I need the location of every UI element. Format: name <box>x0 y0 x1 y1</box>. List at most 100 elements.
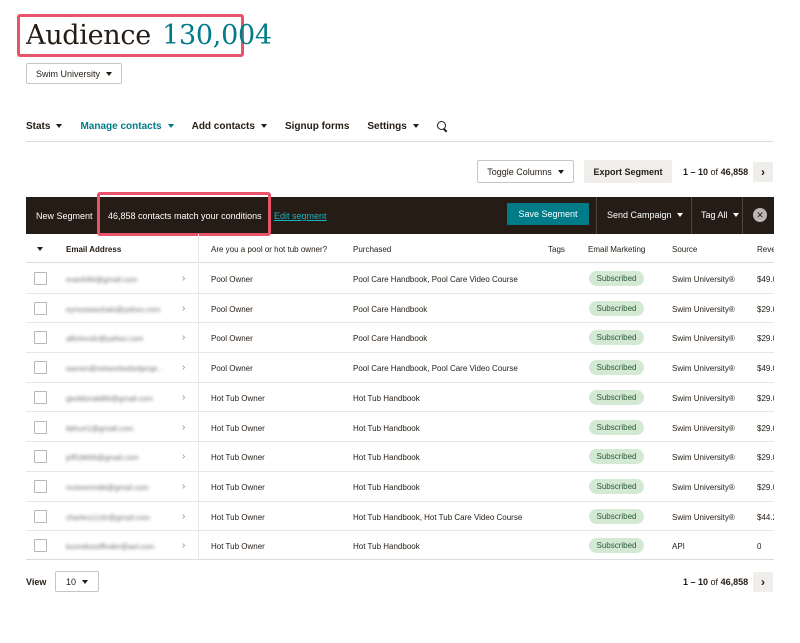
export-segment-button[interactable]: Export Segment <box>584 160 672 183</box>
header-email[interactable]: Email Address <box>66 245 121 254</box>
row-revenue: $29.0 <box>757 423 774 433</box>
row-checkbox[interactable] <box>34 272 47 285</box>
chevron-down-icon <box>167 124 174 128</box>
pager-of: of <box>710 577 719 587</box>
row-owner: Pool Owner <box>211 275 253 284</box>
row-email[interactable]: geoldonald85@gmail.com <box>66 394 153 403</box>
row-email[interactable]: charles1116r@gmail.com <box>66 513 150 522</box>
rows-per-page-select[interactable]: 10 <box>55 571 99 592</box>
row-checkbox[interactable] <box>34 450 47 464</box>
column-divider <box>198 264 199 293</box>
row-email[interactable]: jeff18606@gmail.com <box>66 453 139 462</box>
chevron-down-icon <box>557 169 564 174</box>
table-row[interactable]: eyrosewashalo@yahoo.com › Pool Owner Poo… <box>26 293 774 324</box>
row-checkbox[interactable] <box>34 539 47 553</box>
row-checkbox[interactable] <box>34 420 47 434</box>
search-button[interactable] <box>436 117 448 135</box>
page-title-word: Audience <box>26 20 151 51</box>
row-owner: Hot Tub Owner <box>211 393 265 403</box>
chevron-down-icon <box>260 124 267 128</box>
row-email[interactable]: mckeonm86@gmail.com <box>66 483 149 492</box>
next-page-button[interactable]: › <box>753 572 773 592</box>
row-revenue: $29.0 <box>757 393 774 403</box>
row-email[interactable]: eyrosewashalo@yahoo.com <box>66 305 160 314</box>
save-segment-button[interactable]: Save Segment <box>507 203 589 225</box>
chevron-right-icon[interactable]: › <box>182 273 185 284</box>
header-owner[interactable]: Are you a pool or hot tub owner? <box>211 245 327 254</box>
table-row[interactable]: geoldonald85@gmail.com › Hot Tub Owner H… <box>26 382 774 413</box>
chevron-right-icon[interactable]: › <box>182 422 185 433</box>
row-checkbox[interactable] <box>34 301 47 315</box>
pager-total: 46,858 <box>720 167 749 177</box>
divider <box>691 197 692 234</box>
chevron-right-icon[interactable]: › <box>182 392 185 403</box>
chevron-down-icon <box>732 213 739 217</box>
nav-settings[interactable]: Settings <box>367 117 419 135</box>
table-row[interactable]: allinlncoln@yahoo.com › Pool Owner Pool … <box>26 323 774 354</box>
row-purchased: Hot Tub Handbook <box>353 453 420 463</box>
row-revenue: $29.0 <box>757 482 774 492</box>
status-badge: Subscribed <box>589 478 644 494</box>
pager-total: 46,858 <box>720 577 749 587</box>
column-divider <box>198 293 199 323</box>
header-revenue[interactable]: Reve <box>757 245 774 254</box>
close-icon[interactable]: ✕ <box>753 208 767 222</box>
row-email[interactable]: allinlncoln@yahoo.com <box>66 334 143 343</box>
row-email[interactable]: bcondissoffinder@aol.com <box>66 542 154 551</box>
header-tags[interactable]: Tags <box>548 245 565 254</box>
chevron-right-icon[interactable]: › <box>182 303 185 314</box>
header-purchased[interactable]: Purchased <box>353 245 391 254</box>
status-badge: Subscribed <box>589 271 644 286</box>
chevron-down-icon <box>676 213 683 217</box>
divider <box>742 197 743 234</box>
chevron-right-icon[interactable]: › <box>182 511 185 522</box>
table-row[interactable]: warren@networkedsolproje... › Pool Owner… <box>26 353 774 383</box>
export-segment-label: Export Segment <box>593 166 663 177</box>
row-source: API <box>672 542 685 552</box>
row-email[interactable]: bbhurt1@gmail.com <box>66 424 133 433</box>
nav-signup-forms[interactable]: Signup forms <box>285 117 349 135</box>
page-title: Audience 130,004 <box>26 20 272 51</box>
chevron-right-icon[interactable]: › <box>182 362 185 373</box>
table-row[interactable]: mckeonm86@gmail.com › Hot Tub Owner Hot … <box>26 471 774 502</box>
nav-manage-contacts[interactable]: Manage contacts <box>80 117 174 135</box>
row-revenue: 0 <box>757 542 762 552</box>
tag-all-button[interactable]: Tag All <box>701 210 739 220</box>
chevron-right-icon[interactable]: › <box>182 540 185 551</box>
chevron-right-icon[interactable]: › <box>182 332 185 343</box>
new-segment-label: New Segment <box>36 211 93 221</box>
table-row[interactable]: bcondissoffinder@aol.com › Hot Tub Owner… <box>26 531 774 559</box>
edit-segment-link[interactable]: Edit segment <box>274 211 327 221</box>
row-email[interactable]: evanhill4@gmail.com <box>66 275 137 284</box>
row-checkbox[interactable] <box>34 390 47 404</box>
nav-stats[interactable]: Stats <box>26 117 63 135</box>
row-owner: Pool Owner <box>211 304 253 314</box>
row-checkbox[interactable] <box>34 331 47 345</box>
row-revenue: $29.0 <box>757 304 774 314</box>
header-source[interactable]: Source <box>672 245 697 254</box>
chevron-down-icon[interactable] <box>37 247 43 251</box>
audience-select[interactable]: Swim University <box>26 63 123 84</box>
chevron-right-icon[interactable]: › <box>182 481 185 492</box>
table-row[interactable]: evanhill4@gmail.com › Pool Owner Pool Ca… <box>26 264 774 294</box>
header-email-marketing[interactable]: Email Marketing <box>588 245 645 254</box>
row-checkbox[interactable] <box>34 479 47 493</box>
nav-add-contacts-label: Add contacts <box>191 120 255 132</box>
table-row[interactable]: charles1116r@gmail.com › Hot Tub Owner H… <box>26 501 774 532</box>
toggle-columns-button[interactable]: Toggle Columns <box>477 160 574 183</box>
row-source: Swim University® <box>672 423 735 433</box>
nav-add-contacts[interactable]: Add contacts <box>192 117 267 135</box>
row-email[interactable]: warren@networkedsolproje... <box>66 364 164 373</box>
row-purchased: Hot Tub Handbook <box>353 423 420 433</box>
table-row[interactable]: jeff18606@gmail.com › Hot Tub Owner Hot … <box>26 442 774 472</box>
next-page-button[interactable]: › <box>753 162 773 182</box>
table-row[interactable]: bbhurt1@gmail.com › Hot Tub Owner Hot Tu… <box>26 412 774 443</box>
row-checkbox[interactable] <box>34 509 47 523</box>
send-campaign-button[interactable]: Send Campaign <box>607 210 683 220</box>
pager-of: of <box>710 167 719 177</box>
row-checkbox[interactable] <box>34 361 47 375</box>
status-badge: Subscribed <box>589 389 644 405</box>
nav-settings-label: Settings <box>367 120 407 132</box>
row-revenue: $29.0 <box>757 453 774 463</box>
chevron-right-icon[interactable]: › <box>182 451 185 462</box>
